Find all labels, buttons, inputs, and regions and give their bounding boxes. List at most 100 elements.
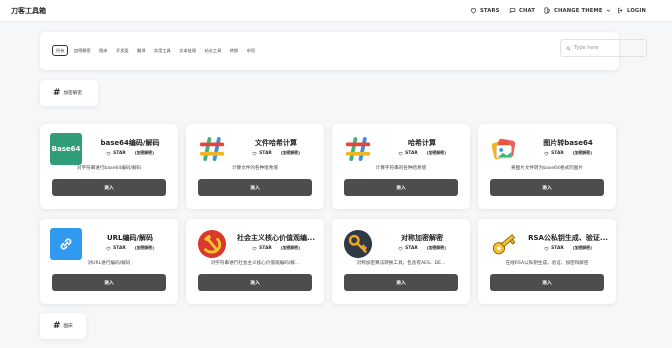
card-meta: STAR [加密解密] (526, 150, 610, 156)
star-button[interactable]: STAR (106, 246, 126, 251)
hash-symbol: # (53, 321, 61, 331)
enter-button[interactable]: 进入 (198, 274, 312, 291)
theme-icon (544, 7, 550, 14)
enter-button[interactable]: 进入 (198, 179, 312, 196)
chip-crypto[interactable]: 加密解密 (71, 46, 94, 56)
category-tag[interactable]: [加密解密] (427, 245, 446, 251)
key-logo-icon (342, 228, 374, 260)
card-title: 对称加密解密 (401, 234, 443, 242)
chat-label: CHAT (519, 7, 536, 14)
hash-symbol: # (53, 88, 61, 98)
change-theme-label: CHANGE THEME (554, 7, 603, 14)
login-button[interactable]: LOGIN (617, 7, 646, 14)
tool-card-file-hash[interactable]: 文件哈希计算 STAR [加密解密] 计算文件的各种哈希值 进入 (186, 124, 324, 209)
link-logo-icon (50, 228, 82, 260)
stars-button[interactable]: STARS (470, 7, 500, 14)
chip-all[interactable]: 所有 (52, 45, 69, 56)
category-tag[interactable]: [加密解密] (281, 150, 300, 156)
change-theme-button[interactable]: CHANGE THEME (544, 7, 611, 14)
star-button[interactable]: STAR (398, 151, 418, 156)
tool-card-hash[interactable]: 哈希计算 STAR [加密解密] 计算字符串的各种哈希值 进入 (332, 124, 470, 209)
card-meta: STAR [加密解密] (234, 245, 318, 251)
card-title: RSA公私钥生成、验证... (528, 234, 608, 242)
card-meta: STAR [加密解密] (380, 150, 464, 156)
enter-button[interactable]: 进入 (490, 179, 604, 196)
card-title: 社会主义核心价值观编... (237, 234, 315, 242)
heart-icon (544, 246, 549, 251)
card-meta: STAR [加密解密] (526, 245, 610, 251)
search-input[interactable] (574, 45, 644, 51)
category-tag[interactable]: [加密解密] (573, 150, 592, 156)
card-title: 图片转base64 (543, 139, 593, 147)
top-nav-bar: 刀客工具箱 STARS CHAT CHANGE THEME LOGIN (0, 0, 672, 22)
base64-logo-icon: Base64 (50, 133, 82, 165)
card-description: 计算字符串的各种哈希值 (375, 166, 427, 171)
card-description: 对字符串进行base64编码/解码 (76, 166, 142, 171)
section-header-crypto: # 加密解密 (40, 80, 98, 106)
hammer-sickle-logo-icon (196, 228, 228, 260)
star-button[interactable]: STAR (252, 246, 272, 251)
rsa-key-logo-icon (488, 228, 520, 260)
heart-icon (106, 151, 111, 156)
chip-translate[interactable]: 翻译 (134, 46, 148, 56)
enter-button[interactable]: 进入 (344, 274, 458, 291)
star-button[interactable]: STAR (398, 246, 418, 251)
category-filter-panel: 所有 加密解密 图床 开发类 翻译 实用工具 文本处理 站长工具 转换 杂项 (40, 32, 647, 70)
chip-convert[interactable]: 转换 (227, 46, 241, 56)
chat-icon (509, 8, 516, 13)
category-tag[interactable]: [加密解密] (427, 150, 446, 156)
tool-card-rsa[interactable]: RSA公私钥生成、验证... STAR [加密解密] 在线RSA公私钥生成、验证… (478, 219, 616, 304)
star-button[interactable]: STAR (544, 246, 564, 251)
tool-card-image-base64[interactable]: 图片转base64 STAR [加密解密] 将图片文件转为base64格式的图片… (478, 124, 616, 209)
category-tag[interactable]: [加密解密] (135, 245, 154, 251)
heart-icon (470, 8, 477, 14)
search-icon (566, 46, 571, 51)
chip-webmaster[interactable]: 站长工具 (202, 46, 225, 56)
app-title[interactable]: 刀客工具箱 (11, 6, 46, 16)
chip-text[interactable]: 文本处理 (176, 46, 199, 56)
enter-button[interactable]: 进入 (52, 179, 166, 196)
tool-card-core-values[interactable]: 社会主义核心价值观编... STAR [加密解密] 对字符串进行社会主义核心价值… (186, 219, 324, 304)
card-meta: STAR [加密解密] (88, 245, 172, 251)
card-title: URL编码/解码 (106, 234, 154, 242)
search-box[interactable] (560, 39, 647, 57)
category-tag[interactable]: [加密解密] (573, 245, 592, 251)
section-title: 图床 (63, 324, 73, 329)
star-button[interactable]: STAR (544, 151, 564, 156)
card-meta: STAR [加密解密] (234, 150, 318, 156)
chip-imagehost[interactable]: 图床 (96, 46, 110, 56)
tool-card-base64[interactable]: Base64 base64编码/解码 STAR [加密解密] 对字符串进行bas… (40, 124, 178, 209)
star-button[interactable]: STAR (252, 151, 272, 156)
tool-card-symmetric-crypto[interactable]: 对称加密解密 STAR [加密解密] 对称加密算法转换工具，包含有AES、DE.… (332, 219, 470, 304)
card-description: 对称加密算法转换工具，包含有AES、DE... (356, 261, 446, 266)
login-icon (618, 7, 623, 14)
card-description: 对URL进行编码/解码 (87, 261, 131, 266)
hash-logo-icon (342, 133, 374, 165)
heart-icon (106, 246, 111, 251)
enter-button[interactable]: 进入 (52, 274, 166, 291)
card-description: 在线RSA公私钥生成、验证、加密和解密 (505, 261, 589, 266)
category-tag[interactable]: [加密解密] (135, 150, 154, 156)
chat-button[interactable]: CHAT (509, 7, 535, 14)
photos-logo-icon (488, 133, 520, 165)
chip-misc[interactable]: 杂项 (244, 46, 258, 56)
category-tag[interactable]: [加密解密] (281, 245, 300, 251)
star-button[interactable]: STAR (106, 151, 126, 156)
enter-button[interactable]: 进入 (344, 179, 458, 196)
tool-card-url[interactable]: URL编码/解码 STAR [加密解密] 对URL进行编码/解码 进入 (40, 219, 178, 304)
hash-logo-icon (196, 133, 228, 165)
card-meta: STAR [加密解密] (380, 245, 464, 251)
section-title: 加密解密 (63, 91, 82, 96)
login-label: LOGIN (627, 7, 647, 14)
heart-icon (252, 151, 257, 156)
heart-icon (544, 151, 549, 156)
card-description: 将图片文件转为base64格式的图片 (511, 166, 583, 171)
enter-button[interactable]: 进入 (490, 274, 604, 291)
card-description: 计算文件的各种哈希值 (232, 166, 278, 171)
card-meta: STAR [加密解密] (88, 150, 172, 156)
card-title: 哈希计算 (408, 139, 436, 147)
card-title: 文件哈希计算 (255, 139, 297, 147)
chip-dev[interactable]: 开发类 (113, 46, 132, 56)
heart-icon (252, 246, 257, 251)
chip-utility[interactable]: 实用工具 (151, 46, 174, 56)
